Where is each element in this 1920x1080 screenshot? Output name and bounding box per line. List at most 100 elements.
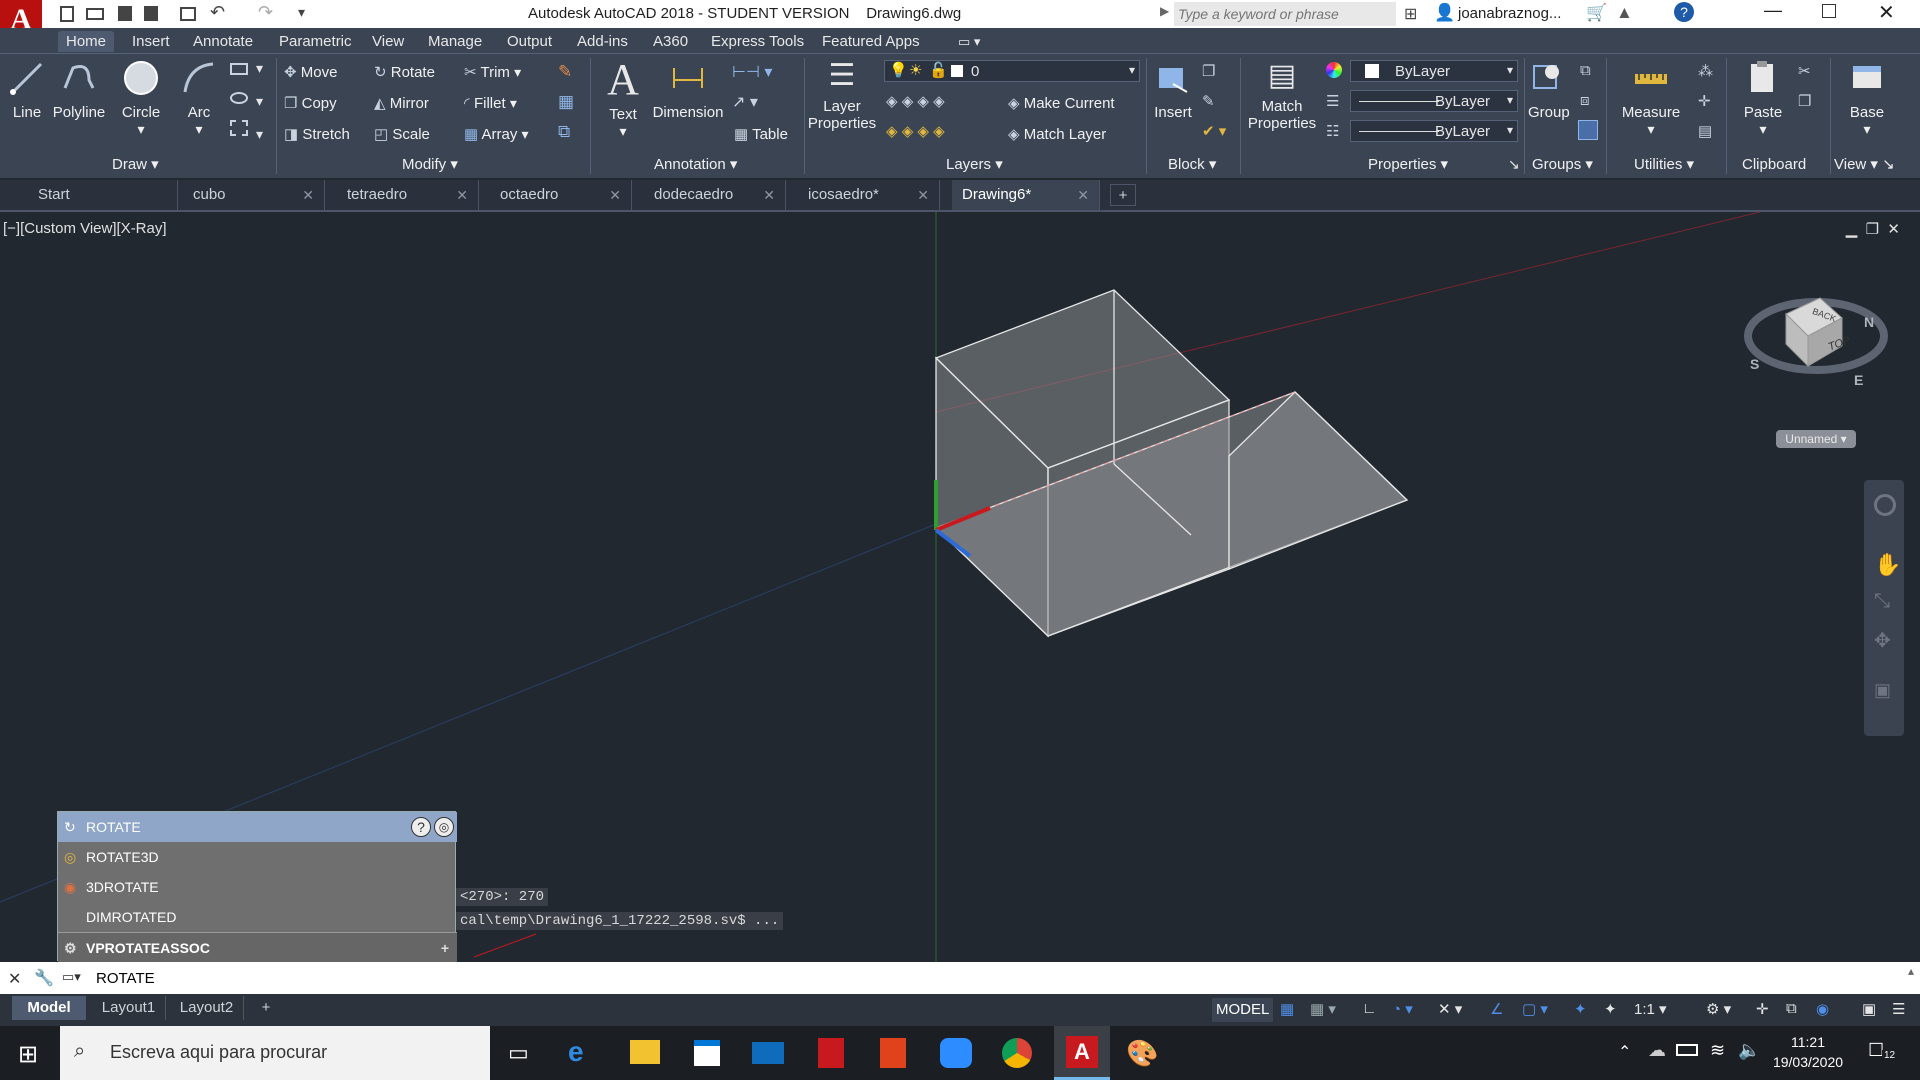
clipboard-panel-title[interactable]: Clipboard bbox=[1742, 154, 1807, 176]
file-tab-dodecaedro[interactable]: dodecaedro ✕ bbox=[644, 180, 786, 210]
user-icon[interactable]: 👤 bbox=[1434, 3, 1455, 23]
groups-panel-title[interactable]: Groups ▾ bbox=[1532, 154, 1593, 176]
view-panel-title[interactable]: View ▾ ↘ bbox=[1834, 154, 1895, 176]
taskbar-search[interactable]: ⌕ Escreva aqui para procurar bbox=[60, 1026, 490, 1080]
layout-tab-layout1[interactable]: Layout1 bbox=[92, 996, 166, 1020]
recent-commands-icon[interactable]: ▭▾ bbox=[62, 969, 81, 985]
layers-panel-title[interactable]: Layers ▾ bbox=[946, 154, 1003, 176]
array-button[interactable]: ▦ Array ▾ bbox=[464, 125, 529, 143]
line-button[interactable]: Line bbox=[4, 58, 50, 126]
file-explorer-icon[interactable] bbox=[630, 1040, 660, 1064]
file-tab-octaedro[interactable]: octaedro ✕ bbox=[490, 180, 632, 210]
wifi-icon[interactable]: ≋ bbox=[1710, 1040, 1725, 1061]
action-center-icon[interactable]: ☐ 12 bbox=[1868, 1040, 1898, 1066]
clock[interactable]: 11:21 19/03/2020 bbox=[1766, 1032, 1850, 1072]
tab-manage[interactable]: Manage bbox=[428, 31, 482, 52]
close-tab-icon[interactable]: ✕ bbox=[1077, 180, 1089, 210]
paste-dropdown-icon[interactable]: ▾ bbox=[1740, 121, 1786, 138]
annotation-scale[interactable]: 1:1 ▾ bbox=[1634, 1000, 1667, 1018]
calculator-icon[interactable]: ▤ bbox=[1698, 122, 1712, 140]
measure-button[interactable]: Measure ▾ bbox=[1616, 58, 1686, 138]
3d-solid[interactable] bbox=[934, 289, 1409, 638]
file-tab-cubo[interactable]: cubo ✕ bbox=[183, 180, 325, 210]
file-tab-start[interactable]: Start bbox=[28, 180, 178, 210]
autocomplete-item-3drotate[interactable]: ◉ 3DROTATE bbox=[58, 872, 457, 902]
binoculars-icon[interactable]: ⊞ bbox=[1404, 4, 1417, 24]
text-dropdown-icon[interactable]: ▾ bbox=[600, 123, 646, 140]
annotation-visibility-icon[interactable]: ✦ bbox=[1574, 1000, 1587, 1018]
tab-output[interactable]: Output bbox=[507, 31, 552, 52]
expand-icon[interactable]: + bbox=[441, 933, 449, 963]
close-tab-icon[interactable]: ✕ bbox=[456, 180, 468, 210]
tab-parametric[interactable]: Parametric bbox=[279, 31, 352, 52]
user-name[interactable]: joanabraznog... bbox=[1458, 5, 1561, 22]
group-button[interactable]: Group bbox=[1528, 58, 1570, 121]
properties-launcher-icon[interactable]: ↘ bbox=[1508, 156, 1520, 173]
chrome-icon[interactable] bbox=[1002, 1038, 1032, 1068]
osnap-icon[interactable]: ▢ ▾ bbox=[1522, 1000, 1548, 1018]
layer-dropdown[interactable]: 💡 ☀ 🔓 0 ▾ bbox=[884, 60, 1140, 82]
autocomplete-item-rotate[interactable]: ↻ ROTATE ? ◎ bbox=[58, 812, 457, 842]
ucs-menu-button[interactable]: Unnamed ▾ bbox=[1776, 430, 1856, 448]
create-block-icon[interactable]: ❐ bbox=[1202, 62, 1215, 80]
viewcube[interactable]: TOP BACK N S E bbox=[1742, 274, 1892, 394]
exchange-icon[interactable]: ▲ bbox=[1616, 3, 1633, 23]
explode-icon[interactable]: ▦ bbox=[558, 92, 574, 112]
autocomplete-item-dimrotated[interactable]: DIMROTATED bbox=[58, 902, 457, 932]
minimize-icon[interactable]: — bbox=[1764, 0, 1782, 21]
customization-menu-icon[interactable]: ☰ bbox=[1892, 1000, 1905, 1018]
print-icon[interactable] bbox=[180, 7, 196, 21]
draw-more-dropdown-icon[interactable]: ▾ ▾ ▾ bbox=[256, 60, 263, 143]
mail-icon[interactable] bbox=[752, 1042, 784, 1064]
text-button[interactable]: A Text ▾ bbox=[600, 54, 646, 140]
measure-dropdown-icon[interactable]: ▾ bbox=[1616, 121, 1686, 138]
undo-icon[interactable]: ↶ bbox=[210, 2, 225, 23]
compass-north[interactable]: N bbox=[1864, 314, 1874, 330]
circle-button[interactable]: Circle ▾ bbox=[116, 58, 166, 138]
save-icon[interactable] bbox=[118, 6, 132, 21]
compass-east[interactable]: E bbox=[1854, 372, 1863, 388]
tab-view[interactable]: View bbox=[372, 31, 404, 52]
layer-properties-button[interactable]: ☰ Layer Properties bbox=[806, 54, 878, 132]
annotation-panel-title[interactable]: Annotation ▾ bbox=[654, 154, 738, 176]
command-input[interactable] bbox=[96, 966, 1896, 990]
model-space-button[interactable]: MODEL bbox=[1212, 998, 1274, 1022]
ortho-icon[interactable]: ∟ bbox=[1362, 1000, 1377, 1017]
table-button[interactable]: ▦ Table bbox=[734, 125, 788, 143]
mcafee-icon[interactable] bbox=[818, 1038, 844, 1068]
quick-select-icon[interactable]: ⁂ bbox=[1698, 62, 1713, 80]
ribbon-display-toggle-icon[interactable]: ▭ ▾ bbox=[958, 31, 980, 52]
auto-scale-icon[interactable]: ✦ bbox=[1604, 1000, 1617, 1018]
hatch-icon[interactable] bbox=[230, 92, 248, 104]
copy-button[interactable]: ❐ Copy bbox=[284, 94, 337, 112]
tab-a360[interactable]: A360 bbox=[653, 31, 688, 52]
close-tab-icon[interactable]: ✕ bbox=[302, 180, 314, 210]
tab-home[interactable]: Home bbox=[58, 31, 115, 52]
block-attributes-icon[interactable]: ✔ ▾ bbox=[1202, 122, 1226, 140]
windows-start-icon[interactable]: ⊞ bbox=[18, 1040, 38, 1069]
linetype-dropdown[interactable]: ByLayer ▾ bbox=[1350, 120, 1518, 142]
redo-icon[interactable]: ↷ bbox=[258, 2, 273, 23]
osnap-tracking-icon[interactable]: ∠ bbox=[1490, 1000, 1503, 1018]
draw-panel-title[interactable]: Draw ▾ bbox=[112, 154, 159, 176]
group-select-icon[interactable] bbox=[1578, 120, 1598, 140]
file-tab-tetraedro[interactable]: tetraedro ✕ bbox=[337, 180, 479, 210]
base-dropdown-icon[interactable]: ▾ bbox=[1844, 121, 1890, 138]
block-panel-title[interactable]: Block ▾ bbox=[1168, 154, 1217, 176]
rectangle-icon[interactable] bbox=[230, 63, 248, 75]
tab-annotate[interactable]: Annotate bbox=[193, 31, 253, 52]
search-web-icon[interactable]: ◎ bbox=[434, 817, 454, 837]
autocomplete-item-vprotateassoc[interactable]: ⚙ VPROTATEASSOC + bbox=[58, 932, 457, 962]
workspace-gear-icon[interactable]: ⚙ ▾ bbox=[1706, 1000, 1731, 1018]
rotate-button[interactable]: ↻ Rotate bbox=[374, 63, 435, 81]
layout-tab-model[interactable]: Model bbox=[12, 996, 86, 1020]
arc-dropdown-icon[interactable]: ▾ bbox=[174, 121, 224, 138]
pan-icon[interactable]: ✋ bbox=[1874, 552, 1901, 578]
save-as-icon[interactable] bbox=[144, 6, 158, 21]
restore-icon[interactable] bbox=[1822, 4, 1836, 18]
close-tab-icon[interactable]: ✕ bbox=[917, 180, 929, 210]
layout-tab-layout2[interactable]: Layout2 bbox=[170, 996, 244, 1020]
edge-icon[interactable]: e bbox=[568, 1036, 584, 1068]
boundary-icon[interactable] bbox=[230, 120, 248, 136]
close-icon[interactable]: ✕ bbox=[8, 969, 21, 989]
